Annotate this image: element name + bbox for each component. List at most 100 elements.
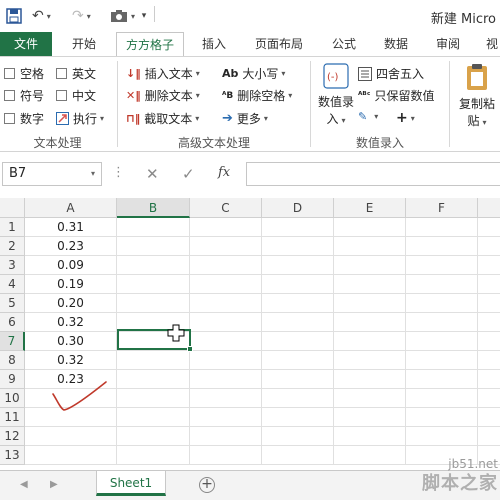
grid-cell[interactable] — [478, 313, 500, 332]
grid-cell[interactable] — [117, 370, 190, 389]
grid-cell[interactable] — [262, 275, 334, 294]
column-header[interactable]: E — [334, 198, 406, 218]
column-header-partial[interactable] — [478, 198, 500, 218]
grid-cell[interactable] — [478, 389, 500, 408]
row-header[interactable]: 13 — [0, 446, 25, 465]
grid-cell[interactable] — [406, 256, 478, 275]
grid-cell[interactable] — [190, 408, 262, 427]
grid-cell[interactable] — [406, 389, 478, 408]
add-sheet-button[interactable]: + — [199, 477, 215, 493]
grid-cell[interactable] — [334, 256, 406, 275]
column-header[interactable]: C — [190, 198, 262, 218]
grid-cell[interactable] — [190, 218, 262, 237]
grid-cell[interactable] — [262, 427, 334, 446]
grid-cell[interactable]: 0.32 — [25, 313, 117, 332]
save-icon[interactable] — [6, 6, 22, 26]
grid-cell[interactable]: 0.23 — [25, 237, 117, 256]
grid-cell[interactable] — [117, 408, 190, 427]
grid-cell[interactable]: 0.31 — [25, 218, 117, 237]
row-header[interactable]: 3 — [0, 256, 25, 275]
tab-home[interactable]: 开始 — [62, 32, 106, 56]
screenshot-icon[interactable]: ▾ — [110, 6, 135, 26]
tab-file[interactable]: 文件 — [0, 32, 52, 56]
grid-cell[interactable] — [406, 313, 478, 332]
tab-formulas[interactable]: 公式 — [324, 32, 364, 56]
grid-cell[interactable] — [262, 313, 334, 332]
grid-cell[interactable] — [478, 275, 500, 294]
grid-cell[interactable] — [190, 294, 262, 313]
grid-cell[interactable] — [190, 389, 262, 408]
grid-cell[interactable] — [190, 275, 262, 294]
tab-view[interactable]: 视 — [482, 32, 500, 56]
delete-text-button[interactable]: ✕‖ 删除文本 ▾ — [126, 87, 200, 104]
row-header[interactable]: 11 — [0, 408, 25, 427]
grid-cell[interactable] — [117, 237, 190, 256]
enter-icon[interactable]: ✓ — [182, 165, 195, 183]
grid-cell[interactable] — [334, 408, 406, 427]
grid-cell[interactable] — [478, 370, 500, 389]
grid-cell[interactable] — [334, 446, 406, 465]
more-button[interactable]: ➔ 更多 ▾ — [222, 110, 268, 127]
tab-data[interactable]: 数据 — [376, 32, 416, 56]
grid-cell[interactable] — [262, 408, 334, 427]
grid-cell[interactable] — [262, 389, 334, 408]
grid-cell[interactable] — [478, 351, 500, 370]
drag-handle-icon[interactable]: ⋮ — [112, 165, 125, 180]
checkbox-number[interactable]: 数字 — [4, 110, 44, 127]
grid-cell[interactable] — [190, 427, 262, 446]
grid-cell[interactable] — [334, 427, 406, 446]
grid-cell[interactable] — [334, 370, 406, 389]
grid-cell[interactable] — [117, 294, 190, 313]
grid-cell[interactable] — [334, 332, 406, 351]
grid-cell[interactable] — [117, 446, 190, 465]
column-header[interactable]: A — [25, 198, 117, 218]
tab-review[interactable]: 审阅 — [428, 32, 468, 56]
grid-cell[interactable] — [117, 351, 190, 370]
grid-cell[interactable] — [334, 218, 406, 237]
grid-cell[interactable] — [406, 237, 478, 256]
checkbox-chinese[interactable]: 中文 — [56, 87, 96, 104]
grid-cell[interactable] — [406, 332, 478, 351]
row-header[interactable]: 10 — [0, 389, 25, 408]
grid-cell[interactable] — [117, 256, 190, 275]
grid-cell[interactable] — [262, 294, 334, 313]
grid-cell[interactable] — [117, 275, 190, 294]
grid-cell[interactable] — [117, 218, 190, 237]
grid-cell[interactable] — [478, 256, 500, 275]
tab-insert[interactable]: 插入 — [194, 32, 234, 56]
row-header[interactable]: 1 — [0, 218, 25, 237]
grid-cell[interactable] — [406, 218, 478, 237]
name-box[interactable]: B7 ▾ — [2, 162, 102, 186]
grid-cell[interactable] — [334, 294, 406, 313]
grid-cell[interactable] — [334, 351, 406, 370]
grid-cell[interactable] — [406, 408, 478, 427]
grid-cell[interactable]: 0.09 — [25, 256, 117, 275]
case-button[interactable]: Ab 大小写 ▾ — [222, 65, 285, 82]
grid-cell[interactable] — [478, 408, 500, 427]
row-header[interactable]: 5 — [0, 294, 25, 313]
column-header[interactable]: B — [117, 198, 190, 218]
edit-dropdown-button[interactable]: ✎ ▾ — [358, 110, 378, 123]
grid-cell[interactable] — [262, 332, 334, 351]
round-button[interactable]: 四舍五入 — [358, 65, 424, 82]
grid-cell[interactable] — [406, 370, 478, 389]
checkbox-box[interactable] — [56, 68, 67, 79]
chevron-down-icon[interactable]: ▾ — [91, 163, 95, 185]
row-header[interactable]: 8 — [0, 351, 25, 370]
checkbox-box[interactable] — [4, 90, 15, 101]
number-entry-button[interactable]: (-) 数值录 入 ▾ — [316, 63, 356, 127]
checkbox-space[interactable]: 空格 — [4, 65, 44, 82]
redo-icon[interactable]: ↷ ▾ — [72, 6, 91, 26]
grid-cell[interactable] — [262, 237, 334, 256]
grid-cell[interactable] — [334, 313, 406, 332]
tab-fangfanggezi[interactable]: 方方格子 — [116, 32, 184, 57]
copy-paste-button[interactable]: 复制粘 贴 ▾ — [454, 63, 500, 129]
insert-text-button[interactable]: ↓‖ 插入文本 ▾ — [126, 65, 200, 82]
checkbox-box[interactable] — [4, 113, 15, 124]
grid-cell[interactable] — [25, 446, 117, 465]
grid-cell[interactable] — [190, 313, 262, 332]
row-header[interactable]: 4 — [0, 275, 25, 294]
next-sheet-icon[interactable]: ▶ — [50, 479, 58, 490]
execute-button[interactable]: 执行 ▾ — [56, 110, 104, 127]
grid-cell[interactable] — [406, 351, 478, 370]
